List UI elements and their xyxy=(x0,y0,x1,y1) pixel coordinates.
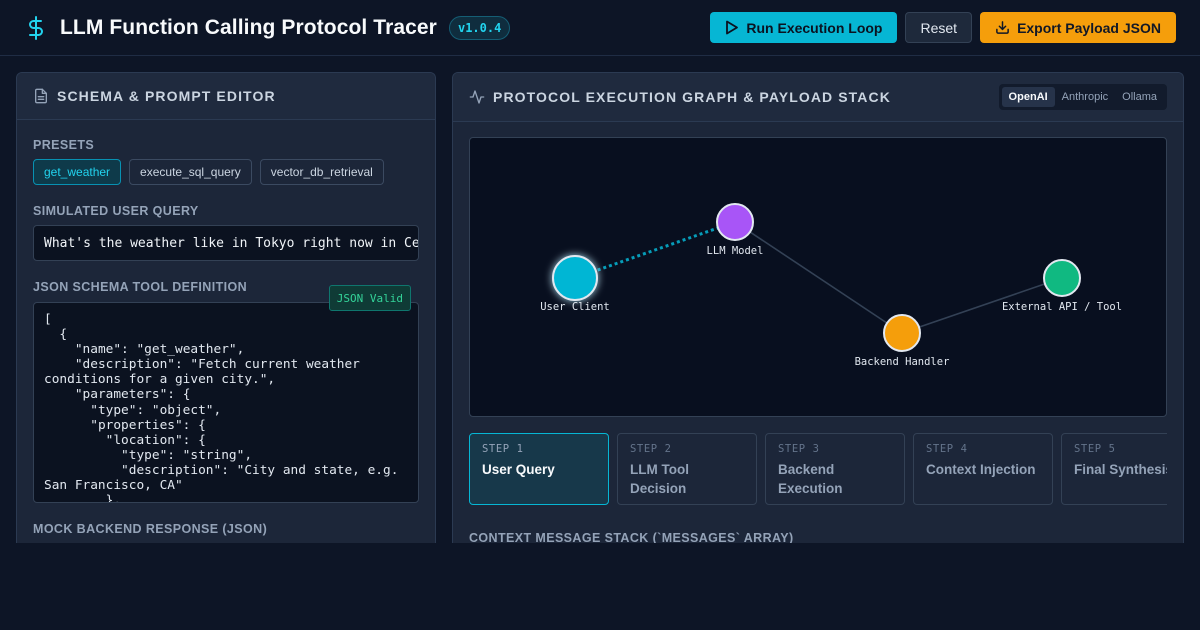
editor-panel-header: SCHEMA & PROMPT EDITOR xyxy=(17,73,435,120)
step-card-5[interactable]: STEP 5 Final Synthesis xyxy=(1061,433,1167,505)
step-title: User Query xyxy=(482,462,555,477)
play-icon xyxy=(726,20,739,35)
step-title: Final Synthesis xyxy=(1074,462,1167,477)
app-title: LLM Function Calling Protocol Tracer xyxy=(60,15,437,39)
export-payload-button[interactable]: Export Payload JSON xyxy=(980,12,1176,43)
file-text-icon xyxy=(35,88,47,104)
graph-panel-title: PROTOCOL EXECUTION GRAPH & PAYLOAD STACK xyxy=(493,89,891,105)
node-external-api[interactable] xyxy=(1043,259,1081,297)
user-query-input[interactable]: What's the weather like in Tokyo right n… xyxy=(33,225,419,261)
protocol-graph-svg: User Client LLM Model Backend Handler Ex… xyxy=(540,203,1122,368)
step-number: STEP 5 xyxy=(1074,443,1116,455)
protocol-graph: User Client LLM Model Backend Handler Ex… xyxy=(469,137,1167,417)
node-label-user: User Client xyxy=(540,301,610,313)
edge-llm-backend xyxy=(734,221,903,334)
reset-button-label: Reset xyxy=(920,19,958,36)
header-actions: Run Execution Loop Reset Export Payload … xyxy=(710,12,1176,43)
step-title: Context Injection xyxy=(926,462,1036,477)
execution-graph-panel: PROTOCOL EXECUTION GRAPH & PAYLOAD STACK… xyxy=(452,72,1184,543)
run-execution-loop-button[interactable]: Run Execution Loop xyxy=(710,12,898,43)
preset-execute-sql-query[interactable]: execute_sql_query xyxy=(129,159,252,185)
activity-icon xyxy=(469,90,485,104)
provider-tabs: OpenAI Anthropic Ollama xyxy=(998,84,1167,110)
preset-vector-db-retrieval[interactable]: vector_db_retrieval xyxy=(259,159,384,185)
step-number: STEP 3 xyxy=(778,443,820,455)
node-label-api: External API / Tool xyxy=(1002,301,1122,313)
app-header: LLM Function Calling Protocol Tracer v1.… xyxy=(0,0,1200,56)
context-stack-label: CONTEXT MESSAGE STACK (`MESSAGES` ARRAY) xyxy=(469,531,794,543)
step-card-2[interactable]: STEP 2 LLM Tool Decision xyxy=(617,433,757,505)
mock-response-label: MOCK BACKEND RESPONSE (JSON) xyxy=(33,522,268,536)
node-label-llm: LLM Model xyxy=(707,245,764,257)
reset-button[interactable]: Reset xyxy=(905,12,973,43)
step-card-1[interactable]: STEP 1 User Query xyxy=(469,433,609,505)
version-badge: v1.0.4 xyxy=(448,15,511,40)
tab-ollama[interactable]: Ollama xyxy=(1115,87,1164,107)
step-number: STEP 2 xyxy=(630,443,672,455)
query-label: SIMULATED USER QUERY xyxy=(33,204,199,218)
preset-get-weather[interactable]: get_weather xyxy=(33,159,122,185)
schema-label: JSON SCHEMA TOOL DEFINITION xyxy=(33,280,248,294)
schema-code-editor[interactable]: [ { "name": "get_weather", "description"… xyxy=(33,302,419,503)
json-valid-badge: JSON Valid xyxy=(328,285,411,311)
dollar-logo-icon xyxy=(29,15,43,40)
presets-label: PRESETS xyxy=(33,138,95,152)
step-title: Backend Execution xyxy=(778,462,843,496)
step-number: STEP 1 xyxy=(482,443,524,455)
step-card-4[interactable]: STEP 4 Context Injection xyxy=(913,433,1053,505)
node-label-backend: Backend Handler xyxy=(855,356,950,368)
node-backend-handler[interactable] xyxy=(883,314,921,352)
step-card-3[interactable]: STEP 3 Backend Execution xyxy=(765,433,905,505)
schema-editor-panel: SCHEMA & PROMPT EDITOR PRESETS get_weath… xyxy=(16,72,436,543)
export-button-label: Export Payload JSON xyxy=(1017,19,1161,36)
preset-list: get_weather execute_sql_query vector_db_… xyxy=(33,159,384,185)
editor-panel-title: SCHEMA & PROMPT EDITOR xyxy=(57,88,276,104)
tab-anthropic[interactable]: Anthropic xyxy=(1055,87,1115,107)
node-llm-model[interactable] xyxy=(716,203,754,241)
step-title: LLM Tool Decision xyxy=(630,462,689,496)
step-timeline: STEP 1 User Query STEP 2 LLM Tool Decisi… xyxy=(469,433,1167,505)
node-user-client[interactable] xyxy=(552,255,598,301)
graph-panel-header: PROTOCOL EXECUTION GRAPH & PAYLOAD STACK… xyxy=(453,73,1183,122)
run-button-label: Run Execution Loop xyxy=(746,19,883,36)
download-icon xyxy=(996,21,1009,34)
step-number: STEP 4 xyxy=(926,443,968,455)
tab-openai[interactable]: OpenAI xyxy=(1001,87,1055,107)
